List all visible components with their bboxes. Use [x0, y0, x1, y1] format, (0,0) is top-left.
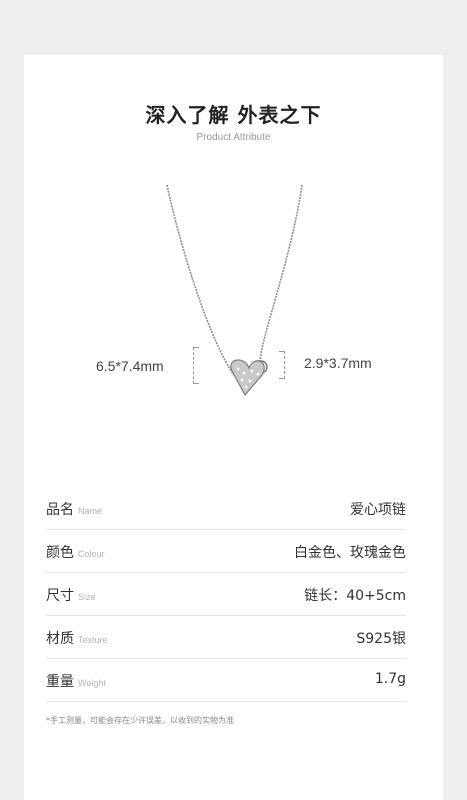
attr-row-weight: 重量 Weight 1.7g — [46, 659, 406, 702]
attr-value: 白金色、玫瑰金色 — [294, 545, 406, 561]
dimension-bracket-right — [279, 351, 285, 379]
measurement-note: *手工测量，可能会存在少许误差，以收到的实物为准 — [46, 716, 234, 725]
attr-label: 重量 Weight — [46, 674, 106, 690]
necklace-image — [166, 185, 303, 397]
attr-row-colour: 颜色 Colour 白金色、玫瑰金色 — [46, 530, 406, 573]
section-title: 深入了解 外表之下 — [145, 103, 322, 127]
attr-value: S925银 — [356, 631, 406, 647]
pendant-dimension-right: 2.9*3.7mm — [304, 355, 372, 371]
attr-value: 链长：40+5cm — [304, 588, 406, 604]
attr-value: 1.7g — [374, 671, 406, 687]
section-subtitle: Product Attribute — [196, 132, 271, 143]
attr-value: 爱心项链 — [350, 502, 406, 518]
attr-label: 颜色 Colour — [46, 545, 105, 561]
product-attribute-card: 深入了解 外表之下 Product Attribute 6.5*7.4mm 2.… — [24, 55, 443, 800]
dimension-bracket-left — [193, 347, 199, 384]
attr-row-texture: 材质 Texture S925银 — [46, 616, 406, 659]
attr-row-size: 尺寸 Size 链长：40+5cm — [46, 573, 406, 616]
attr-label: 材质 Texture — [46, 631, 108, 647]
attr-label: 品名 Name — [46, 502, 103, 518]
attr-row-name: 品名 Name 爱心项链 — [46, 487, 406, 530]
pendant-dimension-left: 6.5*7.4mm — [96, 358, 164, 374]
attr-label: 尺寸 Size — [46, 588, 96, 604]
